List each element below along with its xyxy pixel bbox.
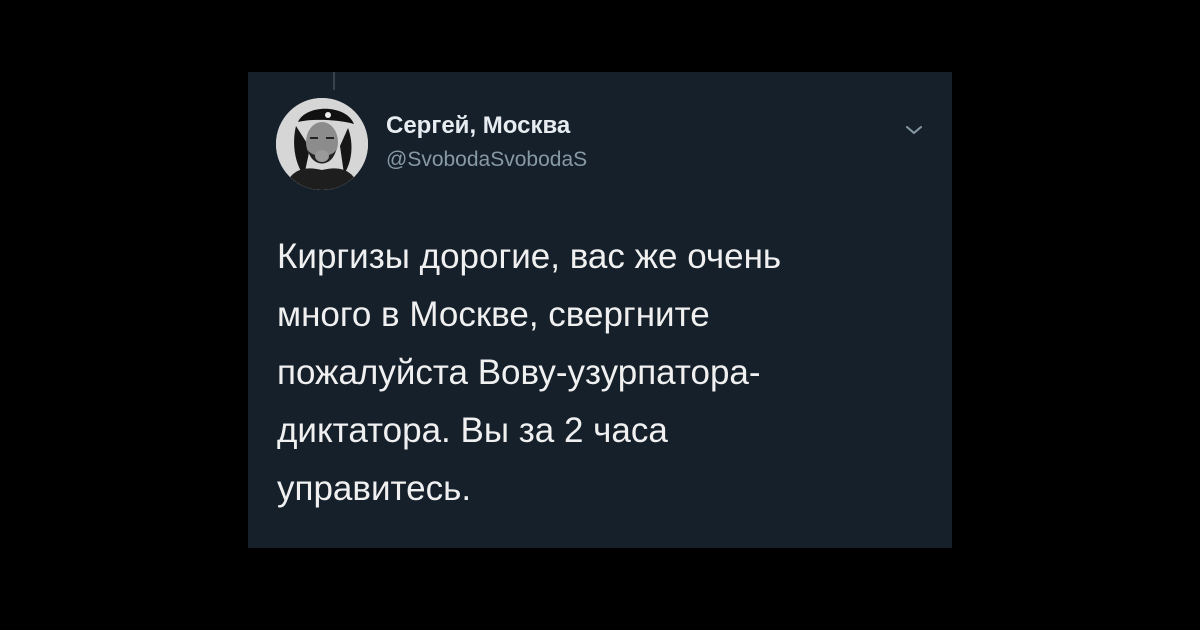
tweet-text-line: Киргизы дорогие, вас же очень xyxy=(277,237,782,276)
user-handle[interactable]: @SvobodaSvobodaS xyxy=(386,148,587,172)
thread-connector-line xyxy=(333,72,335,90)
avatar-photo-icon xyxy=(276,98,368,190)
tweet-text-line: управитесь. xyxy=(277,469,472,508)
chevron-down-icon xyxy=(906,126,922,134)
tweet-text-line: пожалуйста Вову-узурпатора- xyxy=(277,353,761,392)
tweet-text-line: диктатора. Вы за 2 часа xyxy=(277,411,668,450)
display-name[interactable]: Сергей, Москва xyxy=(386,112,570,140)
tweet-text-line: много в Москве, свергните xyxy=(277,295,710,334)
avatar[interactable] xyxy=(276,98,368,190)
tweet-body-text: Киргизы дорогие, вас же очень много в Мо… xyxy=(277,228,927,518)
tweet-menu-button[interactable] xyxy=(900,116,928,144)
